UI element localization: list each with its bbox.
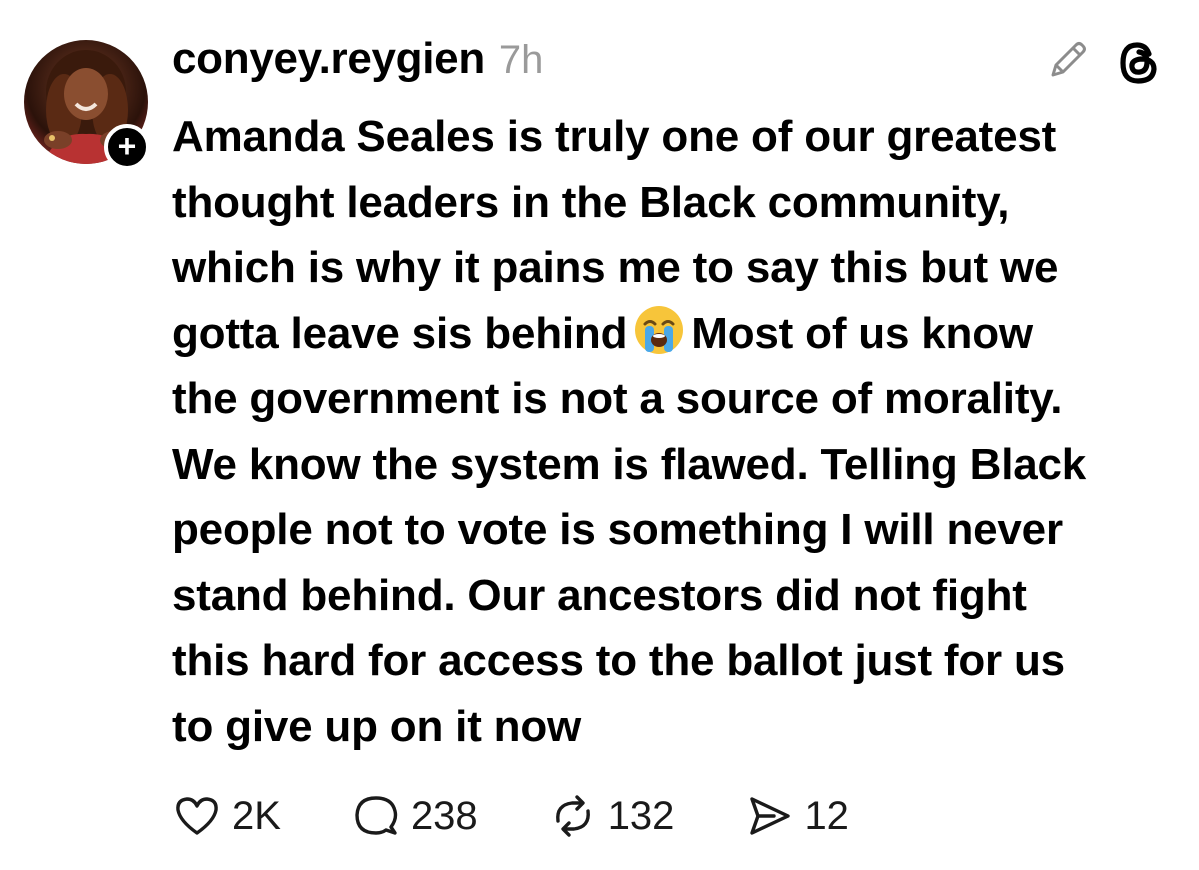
heart-icon	[176, 797, 218, 835]
comment-button[interactable]: 238	[351, 791, 478, 841]
comment-count: 238	[410, 793, 478, 838]
username[interactable]: conyey.reygien	[172, 34, 485, 84]
repost-icon	[555, 795, 590, 837]
like-count: 2K	[232, 793, 281, 838]
post-text: Amanda Seales is truly one of our greate…	[172, 104, 1182, 759]
loudly-crying-face-icon	[635, 305, 684, 354]
post-timestamp: 7h	[498, 38, 544, 82]
post-header: conyey.reygien 7h	[172, 34, 543, 94]
follow-button[interactable]: +	[104, 124, 150, 170]
post-actions: 2K 238 132 12	[172, 788, 849, 844]
pencil-icon[interactable]	[1044, 36, 1092, 84]
send-icon	[750, 797, 791, 835]
share-count: 12	[804, 793, 849, 838]
comment-bubble-icon	[355, 796, 398, 835]
repost-button[interactable]: 132	[548, 791, 675, 841]
post-text-part-2: Most of us know the government is not a …	[172, 308, 1087, 751]
repost-count: 132	[607, 793, 675, 838]
share-button[interactable]: 12	[744, 791, 849, 841]
plus-icon: +	[117, 127, 137, 164]
threads-logo-icon[interactable]	[1116, 40, 1162, 86]
like-button[interactable]: 2K	[172, 791, 281, 841]
